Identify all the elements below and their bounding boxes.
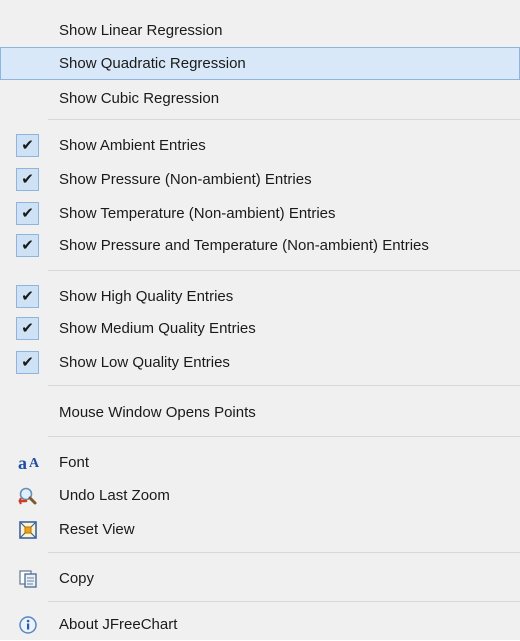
menu-item-label: Reset View	[59, 521, 135, 538]
menu-item-label: Show Cubic Regression	[59, 90, 220, 107]
check-icon: ✔	[16, 168, 39, 191]
copy-icon	[18, 569, 38, 589]
menu-item-about-jfreechart[interactable]: About JFreeChart	[0, 608, 520, 641]
menu-item-ambient-entries[interactable]: ✔ Show Ambient Entries	[0, 129, 520, 162]
menu-separator	[48, 270, 520, 271]
menu-item-pressure-temperature-entries[interactable]: ✔ Show Pressure and Temperature (Non-amb…	[0, 229, 520, 262]
menu-item-label: Show Ambient Entries	[59, 137, 206, 154]
menu-item-low-quality[interactable]: ✔ Show Low Quality Entries	[0, 346, 520, 379]
menu-item-label: About JFreeChart	[59, 616, 178, 633]
svg-text:A: A	[29, 456, 40, 471]
menu-separator	[48, 552, 520, 553]
menu-item-label: Font	[59, 454, 90, 471]
menu-item-label: Show Pressure (Non-ambient) Entries	[59, 171, 312, 188]
menu-item-label: Mouse Window Opens Points	[59, 404, 256, 421]
check-icon: ✔	[16, 351, 39, 374]
menu-item-cubic-regression[interactable]: Show Cubic Regression	[0, 82, 520, 115]
context-menu: Show Linear Regression Show Quadratic Re…	[0, 0, 520, 640]
menu-item-medium-quality[interactable]: ✔ Show Medium Quality Entries	[0, 312, 520, 345]
check-icon: ✔	[16, 134, 39, 157]
menu-item-label: Show Quadratic Regression	[59, 55, 246, 72]
menu-item-label: Show Low Quality Entries	[59, 354, 230, 371]
check-icon: ✔	[16, 202, 39, 225]
font-icon: a A	[18, 453, 40, 473]
menu-item-font[interactable]: a A Font	[0, 446, 520, 479]
menu-item-undo-last-zoom[interactable]: Undo Last Zoom	[0, 479, 520, 512]
menu-item-label: Show Medium Quality Entries	[59, 320, 256, 337]
menu-item-mouse-window[interactable]: Mouse Window Opens Points	[0, 396, 520, 429]
menu-item-label: Show Pressure and Temperature (Non-ambie…	[59, 237, 429, 254]
menu-item-pressure-entries[interactable]: ✔ Show Pressure (Non-ambient) Entries	[0, 163, 520, 196]
check-icon: ✔	[16, 285, 39, 308]
menu-item-label: Show High Quality Entries	[59, 288, 234, 305]
menu-item-linear-regression[interactable]: Show Linear Regression	[0, 14, 520, 47]
menu-item-label: Copy	[59, 570, 95, 587]
menu-separator	[48, 385, 520, 386]
check-icon: ✔	[16, 317, 39, 340]
menu-item-label: Undo Last Zoom	[59, 487, 170, 504]
menu-separator	[48, 601, 520, 602]
check-icon: ✔	[16, 234, 39, 257]
reset-view-icon	[18, 520, 38, 540]
menu-separator	[48, 436, 520, 437]
menu-item-quadratic-regression[interactable]: Show Quadratic Regression	[0, 47, 520, 80]
menu-item-high-quality[interactable]: ✔ Show High Quality Entries	[0, 280, 520, 313]
menu-item-label: Show Linear Regression	[59, 22, 223, 39]
menu-item-copy[interactable]: Copy	[0, 562, 520, 595]
menu-separator	[48, 119, 520, 120]
menu-item-label: Show Temperature (Non-ambient) Entries	[59, 205, 336, 222]
undo-zoom-icon	[18, 486, 38, 506]
info-icon	[18, 615, 38, 635]
menu-item-reset-view[interactable]: Reset View	[0, 513, 520, 546]
svg-text:a: a	[18, 453, 27, 473]
menu-item-temperature-entries[interactable]: ✔ Show Temperature (Non-ambient) Entries	[0, 197, 520, 230]
